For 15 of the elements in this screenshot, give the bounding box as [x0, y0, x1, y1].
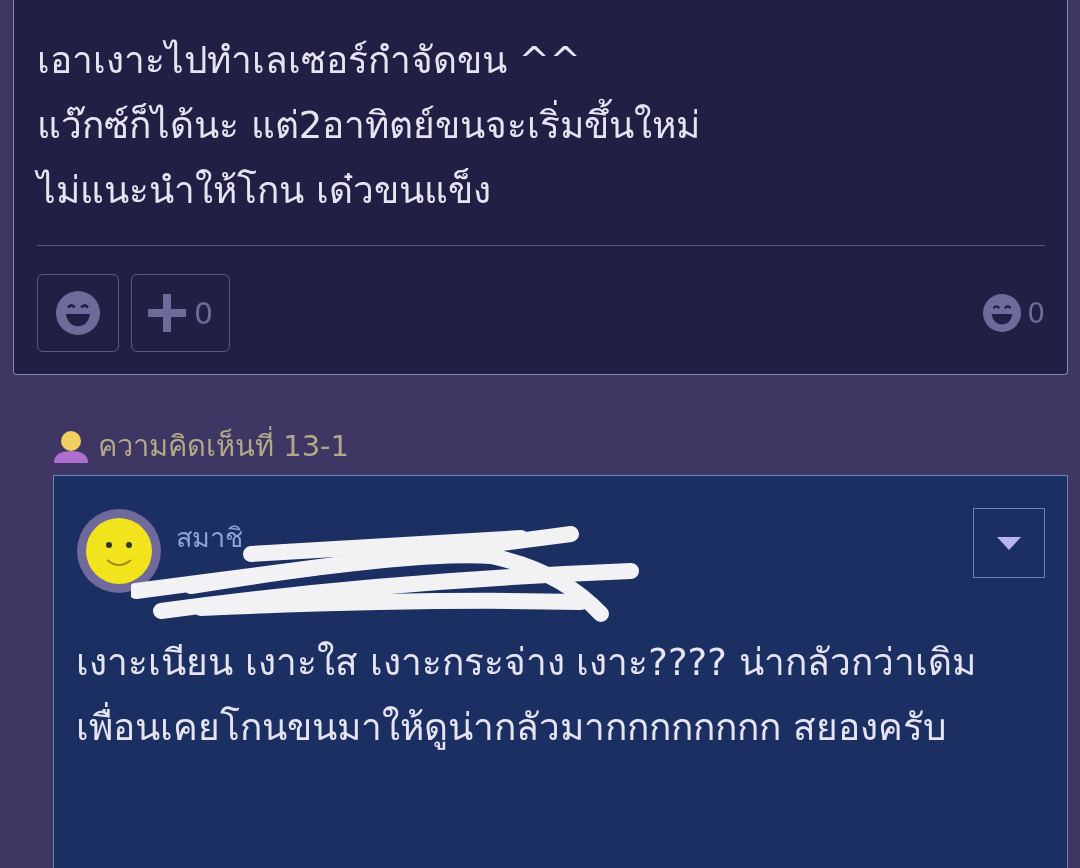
reaction-count: 0: [1027, 296, 1045, 330]
comment-text: แว๊กซ์ก็ได้นะ แต่2อาทิตย์ขนจะเริ่มขึ้นใหม่: [37, 93, 1045, 158]
reply-text: เงาะเนียน เงาะใส เงาะกระจ่าง เงาะ???? น่ากลัวกว่าเดิม เพื่อนเคยโกนขนมาให้ดูน่ากลัวมากกกกกกกก สยองครับ: [76, 640, 977, 752]
plus-button[interactable]: 0: [131, 274, 231, 352]
grin-icon: [983, 294, 1022, 332]
grin-icon: [56, 291, 100, 335]
comment-text: เอาเงาะไปทำเลเซอร์กำจัดขน ^^: [37, 38, 582, 84]
person-icon: [52, 429, 90, 463]
username[interactable]: สมาชิ: [176, 516, 243, 559]
plus-icon: [148, 294, 186, 332]
emotion-button[interactable]: [37, 274, 119, 352]
avatar-icon: [76, 508, 162, 594]
comment-number: ความคิดเห็นที่ 13-1: [98, 423, 350, 469]
dropdown-button[interactable]: [973, 508, 1045, 578]
caret-icon: [997, 536, 1021, 550]
